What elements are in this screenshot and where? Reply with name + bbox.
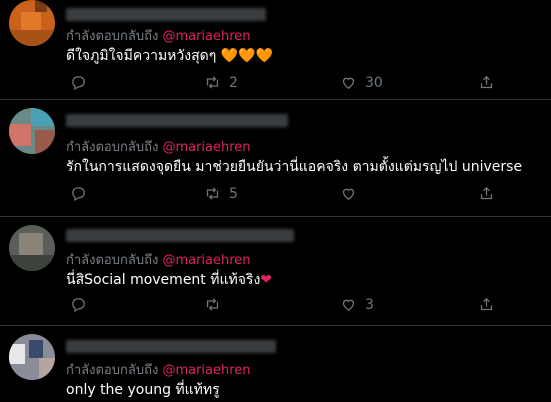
display-name-redacted (66, 340, 276, 353)
tweet-2[interactable]: กำลังตอบกลับถึง @mariaehren รักในการแสดง… (0, 100, 551, 217)
reply-prefix: กำลังตอบกลับถึง (66, 363, 159, 378)
orange-heart-emoji: 🧡🧡🧡 (220, 48, 274, 64)
mention-link[interactable]: @mariaehren (162, 363, 250, 378)
reply-button[interactable] (70, 296, 95, 313)
retweet-button[interactable] (204, 296, 229, 313)
tweet-3[interactable]: กำลังตอบกลับถึง @mariaehren นี่สิSocial … (0, 217, 551, 326)
tweet-text: นี่สิSocial movement ที่แท้จริง❤ (66, 269, 272, 291)
replying-to: กำลังตอบกลับถึง @mariaehren (66, 136, 251, 157)
display-name-redacted (66, 8, 266, 21)
reply-icon (72, 76, 85, 91)
tweet-text-body: นี่สิSocial movement ที่แท้จริง (66, 272, 261, 288)
share-button[interactable] (478, 296, 495, 313)
tweet-text: only the young ที่แท้ทรู (66, 382, 220, 398)
like-icon (342, 77, 355, 89)
like-icon (342, 188, 355, 200)
like-button[interactable]: 3 (340, 296, 374, 313)
reply-icon (72, 187, 85, 202)
retweet-button[interactable]: 5 (204, 185, 238, 202)
tweet-actions: 3 (66, 296, 526, 314)
reply-prefix: กำลังตอบกลับถึง (66, 140, 159, 155)
retweet-count: 2 (229, 74, 238, 91)
like-icon (342, 299, 355, 311)
avatar[interactable] (9, 108, 55, 154)
share-button[interactable] (478, 185, 495, 202)
tweet-actions: 5 (66, 185, 526, 203)
mention-link[interactable]: @mariaehren (162, 29, 250, 44)
avatar[interactable] (9, 0, 55, 46)
mention-link[interactable]: @mariaehren (162, 140, 250, 155)
retweet-icon (206, 76, 219, 89)
retweet-icon (206, 298, 219, 311)
replying-to: กำลังตอบกลับถึง @mariaehren (66, 249, 251, 270)
reply-button[interactable] (70, 185, 95, 202)
tweet-1[interactable]: กำลังตอบกลับถึง @mariaehren ดีใจภูมิใจมี… (0, 0, 551, 100)
retweet-icon (206, 187, 219, 200)
tweet-4[interactable]: กำลังตอบกลับถึง @mariaehren only the you… (0, 326, 551, 402)
like-count: 3 (365, 296, 374, 313)
tweet-text-body: ดีใจภูมิใจมีความหวังสุดๆ (66, 48, 217, 64)
like-count: 30 (365, 74, 383, 91)
reply-icon (72, 298, 85, 313)
display-name-redacted (66, 229, 294, 242)
replying-to: กำลังตอบกลับถึง @mariaehren (66, 359, 251, 380)
share-icon (480, 297, 493, 311)
tweet-text: รักในการแสดงจุดยืน มาช่วยยืนยันว่านี่แอค… (66, 159, 523, 175)
retweet-count: 5 (229, 185, 238, 202)
like-button[interactable]: 30 (340, 74, 383, 91)
display-name-redacted (66, 114, 288, 127)
red-heart-emoji: ❤ (260, 272, 273, 288)
reply-button[interactable] (70, 74, 95, 91)
mention-link[interactable]: @mariaehren (162, 253, 250, 268)
retweet-button[interactable]: 2 (204, 74, 238, 91)
share-icon (480, 186, 493, 200)
avatar[interactable] (9, 225, 55, 271)
share-icon (480, 75, 493, 89)
tweet-actions: 2 30 (66, 74, 526, 92)
tweet-text: ดีใจภูมิใจมีความหวังสุดๆ 🧡🧡🧡 (66, 45, 273, 67)
reply-prefix: กำลังตอบกลับถึง (66, 253, 159, 268)
avatar[interactable] (9, 334, 55, 380)
replying-to: กำลังตอบกลับถึง @mariaehren (66, 25, 251, 46)
share-button[interactable] (478, 74, 495, 91)
reply-prefix: กำลังตอบกลับถึง (66, 29, 159, 44)
like-button[interactable] (340, 185, 365, 202)
